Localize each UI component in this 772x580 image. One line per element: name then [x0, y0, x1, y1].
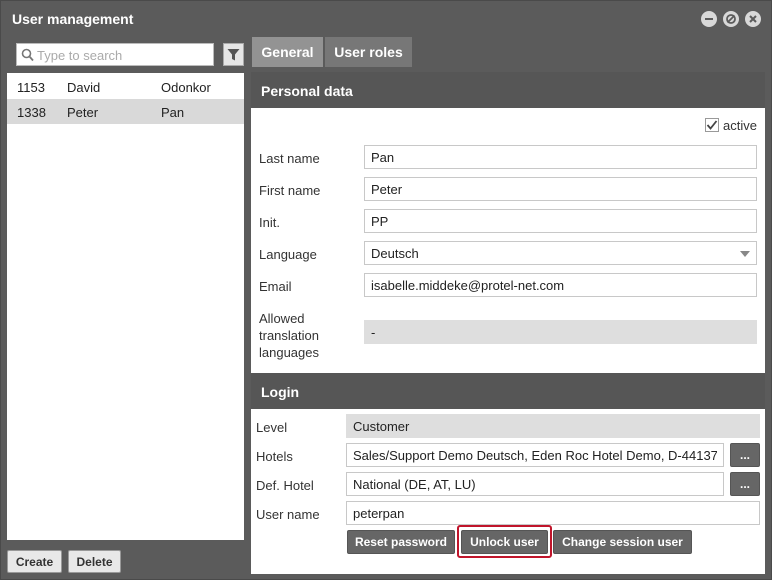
login-heading: Login	[251, 373, 765, 409]
last-name-label: Last name	[259, 151, 320, 166]
def-hotel-label: Def. Hotel	[256, 478, 314, 493]
email-field[interactable]	[364, 273, 757, 297]
allowed-languages-field	[364, 320, 757, 344]
user-last-name: Pan	[161, 105, 185, 120]
user-list-panel: 1153 David Odonkor 1338 Peter Pan Create…	[1, 37, 251, 580]
last-name-field[interactable]	[364, 145, 757, 169]
restore-icon[interactable]	[723, 11, 739, 27]
allowed-languages-label-line1: Allowed	[259, 311, 305, 326]
hotels-field[interactable]	[346, 443, 724, 467]
delete-button[interactable]: Delete	[68, 550, 121, 573]
search-icon	[21, 48, 34, 62]
active-label: active	[723, 118, 757, 133]
language-label: Language	[259, 247, 317, 262]
def-hotel-browse-button[interactable]: ...	[730, 472, 760, 496]
init-label: Init.	[259, 215, 280, 230]
search-box	[16, 43, 214, 66]
first-name-field[interactable]	[364, 177, 757, 201]
language-select[interactable]	[364, 241, 757, 265]
close-icon[interactable]	[745, 11, 761, 27]
email-label: Email	[259, 279, 292, 294]
allowed-languages-label-line3: languages	[259, 345, 319, 360]
allowed-languages-label-line2: translation	[259, 328, 319, 343]
user-id: 1153	[17, 80, 45, 95]
titlebar: User management	[1, 1, 771, 37]
username-field[interactable]	[346, 501, 760, 525]
filter-button[interactable]	[223, 43, 244, 66]
filter-icon	[227, 49, 240, 61]
personal-data-heading: Personal data	[251, 72, 765, 108]
search-input[interactable]	[37, 46, 211, 64]
change-session-user-button[interactable]: Change session user	[553, 530, 692, 554]
checkmark-icon	[706, 120, 718, 130]
tab-user-roles[interactable]: User roles	[325, 37, 412, 67]
user-list: 1153 David Odonkor 1338 Peter Pan	[7, 73, 244, 540]
tab-general[interactable]: General	[252, 37, 323, 67]
tab-bar: General User roles	[252, 37, 766, 67]
create-button[interactable]: Create	[7, 550, 62, 573]
def-hotel-field[interactable]	[346, 472, 724, 496]
table-row-selected[interactable]: 1338 Peter Pan	[7, 99, 244, 124]
hotels-browse-button[interactable]: ...	[730, 443, 760, 467]
unlock-user-button[interactable]: Unlock user	[461, 530, 548, 554]
username-label: User name	[256, 507, 320, 522]
user-last-name: Odonkor	[161, 80, 211, 95]
first-name-label: First name	[259, 183, 321, 198]
hotels-label: Hotels	[256, 449, 293, 464]
user-first-name: David	[67, 80, 101, 95]
level-label: Level	[256, 420, 288, 435]
reset-password-button[interactable]: Reset password	[347, 530, 455, 554]
init-field[interactable]	[364, 209, 757, 233]
minimize-icon[interactable]	[701, 11, 717, 27]
user-first-name: Peter	[67, 105, 99, 120]
table-row[interactable]: 1153 David Odonkor	[7, 74, 244, 99]
user-id: 1338	[17, 105, 46, 120]
level-field	[346, 414, 760, 438]
chevron-down-icon	[740, 251, 750, 257]
window-title: User management	[12, 11, 134, 27]
